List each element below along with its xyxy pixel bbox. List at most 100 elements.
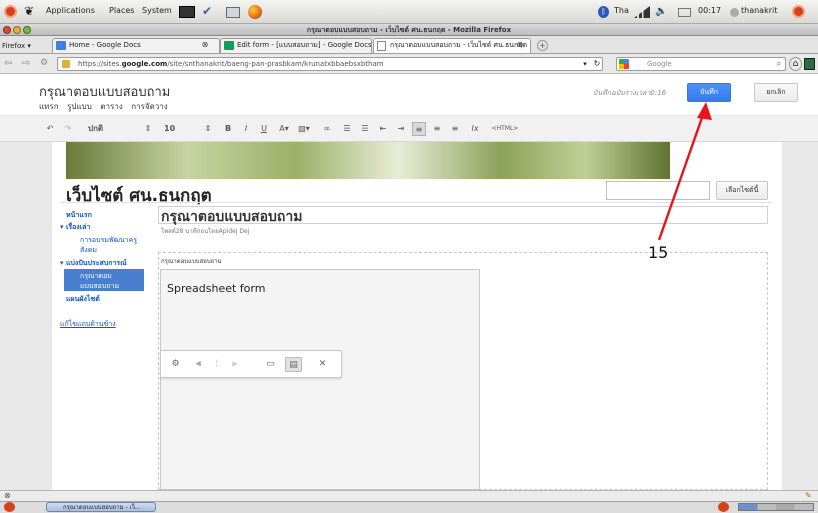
page-title: กรุณาตอบแบบสอบถาม: [39, 85, 171, 100]
addon-icon[interactable]: [804, 58, 815, 70]
firefox-icon[interactable]: [248, 5, 262, 19]
sidebar-item-current-line2: แบบสอบถาม: [80, 282, 120, 290]
text-color-icon[interactable]: A▾: [276, 122, 292, 136]
mail-icon[interactable]: [678, 8, 691, 17]
menu-system[interactable]: System: [142, 6, 172, 15]
link-icon[interactable]: ∞: [320, 122, 334, 136]
gadget-remove-icon[interactable]: ✕: [314, 357, 331, 372]
bold-icon[interactable]: B: [222, 122, 234, 136]
gadget-wrap-on-icon[interactable]: ▤: [285, 357, 302, 372]
page-heading: กรุณาตอบแบบสอบถาม: [161, 209, 303, 225]
keyboard-layout-indicator[interactable]: Tha: [614, 6, 629, 15]
ubuntu-logo-icon[interactable]: [4, 5, 17, 18]
taskbar-app-icon[interactable]: [718, 502, 729, 512]
back-icon[interactable]: ⇦: [4, 57, 18, 70]
clear-format-icon[interactable]: Ix: [468, 122, 482, 136]
menu-table[interactable]: ตาราง: [100, 102, 122, 111]
post-meta: โพสต์28 นาทีก่อนโดยApidej Dej: [161, 228, 250, 235]
search-icon[interactable]: ⌕: [774, 58, 784, 70]
reload-icon[interactable]: ↻: [592, 58, 602, 70]
new-tab-icon[interactable]: +: [537, 40, 548, 51]
font-style-value: ปกติ: [88, 124, 104, 133]
chevron-up-down-icon: ⇕: [204, 124, 212, 133]
spreadsheet-form-gadget[interactable]: [160, 269, 480, 490]
align-right-icon[interactable]: ≡: [448, 122, 462, 136]
bullet-list-icon[interactable]: ☰: [358, 122, 372, 136]
history-icon[interactable]: ⚙: [40, 57, 52, 70]
tab-close-icon[interactable]: ⊗: [200, 40, 210, 50]
search-placeholder: Google: [647, 60, 672, 68]
close-window-icon[interactable]: [3, 26, 11, 34]
menu-applications[interactable]: Applications: [46, 6, 95, 15]
tab-label: Home - Google Docs: [69, 41, 141, 49]
tab-label: Edit form - [แบบสอบถาม] - Google Docs: [237, 41, 372, 49]
workspace-switcher[interactable]: [738, 503, 814, 511]
gadget-align-center-icon[interactable]: ⫶: [208, 357, 225, 372]
annotation-number: 15: [648, 243, 669, 262]
menu-insert[interactable]: แทรก: [39, 102, 59, 111]
html-button[interactable]: <HTML>: [488, 122, 522, 136]
italic-icon[interactable]: I: [240, 122, 252, 136]
redo-icon[interactable]: ↷: [61, 122, 75, 136]
gnome-foot-icon[interactable]: ❦: [24, 5, 37, 18]
firefox-menu-button[interactable]: Firefox ▾: [2, 40, 31, 52]
sidebar-item-sitemap[interactable]: แผนผังไซต์: [66, 294, 100, 305]
tab-home-google-docs[interactable]: Home - Google Docs: [52, 38, 220, 53]
tab-label: กรุณาตอบแบบสอบถาม - เว็บไซต์ ศน.ธนกฤต: [390, 41, 528, 49]
menu-layout[interactable]: การจัดวาง: [131, 102, 167, 111]
align-left-icon[interactable]: ≡: [412, 122, 426, 136]
highlight-color-icon[interactable]: ▧▾: [296, 122, 312, 136]
monitor-icon[interactable]: [179, 6, 195, 18]
url-path: /site/snthanakrit/baeng-pan-prasbkam/kru…: [167, 60, 384, 68]
undo-icon[interactable]: ↶: [43, 122, 57, 136]
taskbar-window-label: กรุณาตอบแบบสอบถาม - เว็...: [63, 504, 141, 511]
underline-icon[interactable]: U: [258, 122, 270, 136]
username[interactable]: thanakrit: [741, 6, 777, 15]
cancel-button[interactable]: ยกเลิก: [754, 83, 798, 102]
sidebar-item-social[interactable]: สังคม: [80, 245, 97, 256]
show-desktop-icon[interactable]: [4, 502, 15, 512]
tab-survey-page[interactable]: กรุณาตอบแบบสอบถาม - เว็บไซต์ ศน.ธนกฤต: [373, 38, 531, 53]
font-style-select[interactable]: ปกติ: [88, 122, 148, 136]
numbered-list-icon[interactable]: ☰: [340, 122, 354, 136]
search-engine-icon[interactable]: [619, 59, 629, 69]
screen-icon[interactable]: [226, 7, 240, 18]
menu-format[interactable]: รูปแบบ: [67, 102, 92, 111]
url-bar[interactable]: https://sites.google.com/site/snthanakri…: [57, 57, 603, 71]
bluetooth-icon[interactable]: ᛒ: [598, 6, 609, 18]
search-input[interactable]: Google: [616, 57, 786, 71]
dropdown-icon[interactable]: ▾: [580, 58, 590, 70]
tab-edit-form[interactable]: Edit form - [แบบสอบถาม] - Google Docs: [220, 38, 372, 53]
indent-less-icon[interactable]: ⇤: [376, 122, 390, 136]
clock[interactable]: 00:17: [698, 6, 721, 15]
maximize-window-icon[interactable]: [23, 26, 31, 34]
taskbar-window-button[interactable]: กรุณาตอบแบบสอบถาม - เว็...: [46, 502, 156, 512]
align-center-icon[interactable]: ≡: [430, 122, 444, 136]
sidebar-item-share-experience[interactable]: ▾ แบ่งปันประสบการณ์: [60, 258, 127, 269]
firefox-menu-label: Firefox: [2, 42, 26, 50]
gadget-align-right-icon[interactable]: ⫸: [226, 357, 243, 372]
url-domain: google.com: [121, 60, 168, 68]
status-bar: [0, 490, 818, 501]
shutdown-icon[interactable]: [792, 5, 805, 18]
home-icon[interactable]: ⌂: [789, 57, 802, 71]
gadget-wrap-off-icon[interactable]: ▭: [262, 357, 279, 372]
sidebar-item-stories[interactable]: ▾ เรื่องเล่า: [60, 222, 90, 233]
status-close-icon[interactable]: ⊗: [4, 491, 14, 501]
tab-close-icon[interactable]: ⊗: [515, 40, 525, 50]
gadget-settings-icon[interactable]: ⚙: [167, 357, 184, 372]
forward-icon[interactable]: ⇨: [22, 57, 36, 70]
indent-more-icon[interactable]: ⇥: [394, 122, 408, 136]
menu-places[interactable]: Places: [109, 6, 134, 15]
font-size-select[interactable]: 10: [164, 122, 194, 136]
minimize-window-icon[interactable]: [13, 26, 21, 34]
shortcut-icon[interactable]: ✔: [202, 5, 218, 18]
content-text: กรุณาตอบแบบสอบถาม: [161, 258, 222, 265]
annotation-arrow-head: [697, 102, 712, 120]
site-search-button[interactable]: เลือกไซต์นี้: [716, 181, 768, 200]
site-name[interactable]: เว็บไซต์ ศน.ธนกฤต: [66, 182, 212, 209]
edit-sidebar-link[interactable]: แก้ไขแถบด้านข้าง: [60, 319, 116, 330]
sidebar-item-home[interactable]: หน้าแรก: [66, 210, 92, 221]
gadget-align-left-icon[interactable]: ⫷: [190, 357, 207, 372]
volume-icon[interactable]: 🔈: [655, 6, 669, 18]
